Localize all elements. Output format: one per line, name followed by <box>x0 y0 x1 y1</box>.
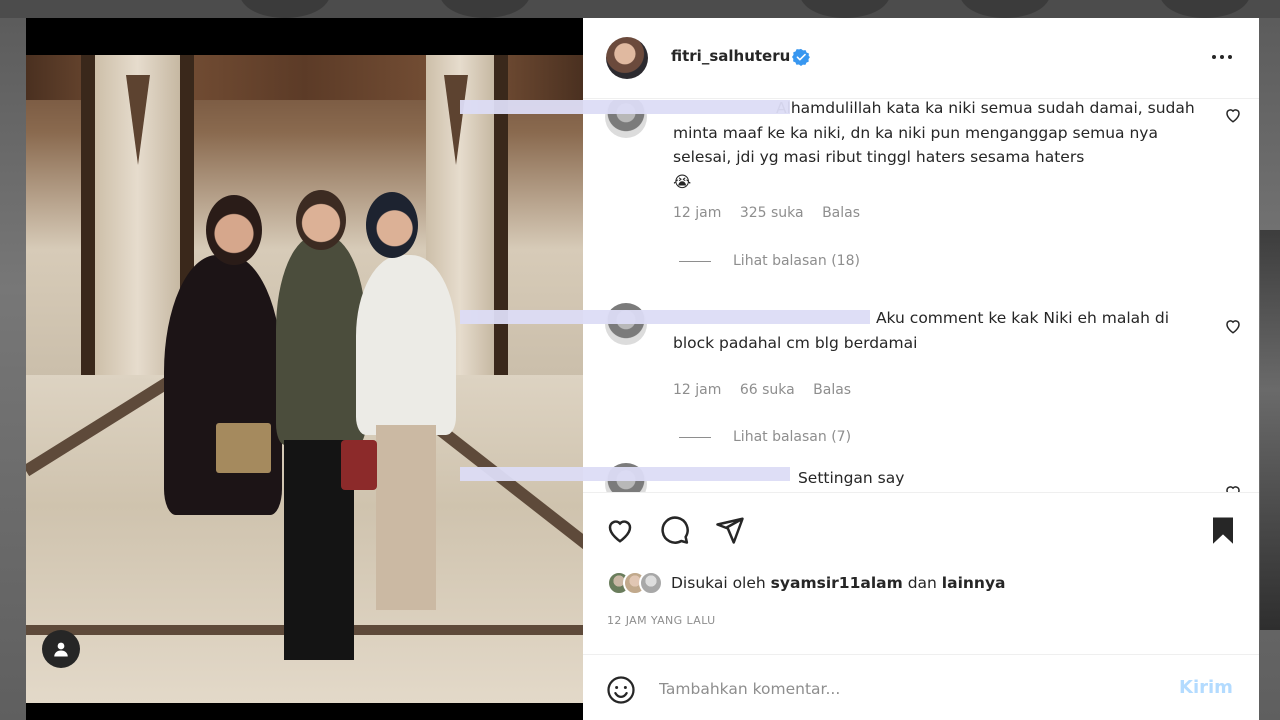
person-left <box>164 255 282 515</box>
likes-others-link[interactable]: lainnya <box>942 574 1006 592</box>
post-photo[interactable] <box>26 18 583 720</box>
comment-like-heart-icon[interactable] <box>1224 483 1242 492</box>
comment-like-heart-icon[interactable] <box>1224 106 1242 124</box>
reply-button[interactable]: Balas <box>822 205 860 221</box>
verified-badge-icon <box>792 48 810 66</box>
backdrop-thumb <box>440 0 530 18</box>
view-replies-button[interactable]: Lihat balasan (7) <box>679 429 851 445</box>
comment-time[interactable]: 12 jam <box>673 382 721 398</box>
comment-time[interactable]: 12 jam <box>673 205 721 221</box>
post-details-panel: fitri_salhuteru Alhamdulillah kata ka ni… <box>583 18 1259 720</box>
person-right-skirt <box>376 425 436 610</box>
replies-divider <box>679 436 711 438</box>
comment-like-heart-icon[interactable] <box>1224 317 1242 335</box>
view-replies-label: Lihat balasan (18) <box>733 253 860 269</box>
redaction-bar <box>460 100 790 114</box>
backdrop-thumb <box>800 0 890 18</box>
likes-text: Disukai oleh syamsir11alam dan lainnya <box>671 574 1006 592</box>
redaction-bar <box>460 467 790 481</box>
backdrop-thumb <box>240 0 330 18</box>
comment-likes[interactable]: 325 suka <box>740 205 804 221</box>
photo-pillar <box>81 55 95 375</box>
photo-lamp <box>126 75 150 165</box>
user-icon <box>54 642 68 657</box>
tote-bag <box>216 423 271 473</box>
liker-avatar[interactable] <box>639 571 663 595</box>
comment-composer: Kirim <box>583 654 1259 720</box>
redaction-bar <box>460 310 870 324</box>
photo-lamp <box>444 75 468 165</box>
red-handbag <box>341 440 377 490</box>
comment-likes[interactable]: 66 suka <box>740 382 795 398</box>
likes-prefix: Disukai oleh <box>671 574 766 592</box>
comment-meta: 12 jam 325 suka Balas <box>673 205 874 221</box>
person-middle-head <box>296 190 346 250</box>
reply-button[interactable]: Balas <box>813 382 851 398</box>
view-replies-label: Lihat balasan (7) <box>733 429 852 445</box>
bookmark-icon[interactable] <box>1208 515 1238 545</box>
post-actions: Disukai oleh syamsir11alam dan lainnya 1… <box>583 492 1259 662</box>
send-icon[interactable] <box>715 515 745 545</box>
backdrop-strip <box>0 0 1280 18</box>
comment-meta: 12 jam 66 suka Balas <box>673 382 865 398</box>
backdrop-side <box>1260 230 1280 630</box>
post-comment-button[interactable]: Kirim <box>1179 677 1233 698</box>
backdrop-thumb <box>960 0 1050 18</box>
comment-icon[interactable] <box>660 515 690 545</box>
comment-text: Alhamdulillah kata ka niki semua sudah d… <box>673 100 1203 194</box>
comment-body: Settingan say <box>797 469 905 487</box>
post-header: fitri_salhuteru <box>583 18 1259 99</box>
view-replies-button[interactable]: Lihat balasan (18) <box>679 253 860 269</box>
post-timestamp[interactable]: 12 JAM YANG LALU <box>607 614 716 627</box>
heart-icon[interactable] <box>605 515 635 545</box>
likes-joiner: dan <box>907 574 937 592</box>
person-left-head <box>206 195 262 265</box>
liked-by-username[interactable]: syamsir11alam <box>771 574 903 592</box>
person-middle <box>276 235 366 445</box>
replies-divider <box>679 260 711 262</box>
photo-scene <box>26 55 583 703</box>
person-right-head <box>366 192 418 258</box>
backdrop-thumb <box>1160 0 1250 18</box>
emoji-icon[interactable] <box>606 675 636 705</box>
comments-list[interactable]: Alhamdulillah kata ka niki semua sudah d… <box>583 100 1259 492</box>
comment-input[interactable] <box>659 675 1159 703</box>
avatar[interactable] <box>606 37 648 79</box>
owner-username[interactable]: fitri_salhuteru <box>671 47 790 65</box>
person-right <box>356 255 456 435</box>
comment-emoji: 😭 <box>673 172 692 191</box>
likes-summary: Disukai oleh syamsir11alam dan lainnya <box>607 571 1006 595</box>
tagged-users-button[interactable] <box>42 630 80 668</box>
more-options-icon[interactable] <box>1209 45 1235 69</box>
